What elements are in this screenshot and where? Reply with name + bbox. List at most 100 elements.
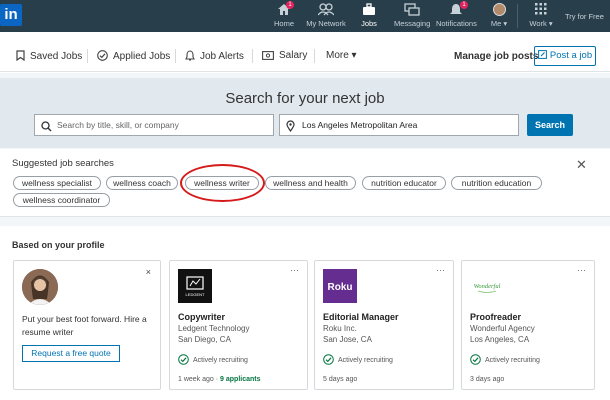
divider bbox=[314, 49, 315, 63]
suggested-pill[interactable]: wellness and health bbox=[265, 176, 356, 190]
saved-jobs-link[interactable]: Saved Jobs bbox=[16, 50, 82, 64]
highlight-circle bbox=[180, 164, 265, 202]
nav-work[interactable]: Work ▾ bbox=[527, 3, 555, 31]
close-icon[interactable]: × bbox=[146, 267, 151, 277]
edit-icon bbox=[537, 48, 547, 66]
company-name: Roku Inc. bbox=[323, 324, 357, 333]
keyword-search-input[interactable]: Search by title, skill, or company bbox=[34, 114, 274, 136]
check-circle-icon bbox=[178, 354, 189, 367]
try-free-link[interactable]: Try for Free bbox=[565, 12, 604, 21]
job-search-panel bbox=[0, 78, 610, 148]
search-button[interactable]: Search bbox=[527, 114, 573, 136]
more-options-icon[interactable]: ··· bbox=[290, 265, 299, 275]
nav-label: Home bbox=[273, 19, 294, 28]
nav-label: Messaging bbox=[394, 19, 431, 28]
nav-label: Notifications bbox=[436, 19, 477, 28]
job-alerts-label: Job Alerts bbox=[200, 51, 244, 62]
divider bbox=[175, 49, 176, 63]
check-circle-icon bbox=[470, 354, 481, 367]
job-card[interactable]: ··· Wonderful Proofreader Wonderful Agen… bbox=[461, 260, 595, 390]
bell-icon bbox=[185, 50, 195, 64]
messaging-icon bbox=[394, 3, 430, 17]
posted-time-label: 1 week ago · bbox=[178, 376, 221, 383]
money-icon bbox=[262, 51, 274, 63]
nav-divider bbox=[517, 4, 518, 28]
recruiting-status: Actively recruiting bbox=[323, 354, 393, 367]
salary-label: Salary bbox=[279, 50, 308, 61]
manage-job-posts-link[interactable]: Manage job posts bbox=[454, 51, 538, 62]
divider bbox=[87, 49, 88, 63]
post-job-button[interactable]: Post a job bbox=[534, 46, 596, 66]
profile-section-title: Based on your profile bbox=[12, 240, 105, 250]
post-job-label: Post a job bbox=[549, 50, 593, 61]
recruiting-status: Actively recruiting bbox=[470, 354, 540, 367]
job-card[interactable]: ··· LEDGENT Copywriter Ledgent Technolog… bbox=[169, 260, 308, 390]
nav-label: Jobs bbox=[361, 19, 377, 28]
company-name: Ledgent Technology bbox=[178, 324, 250, 333]
search-title: Search for your next job bbox=[225, 90, 385, 107]
check-circle-icon bbox=[97, 50, 108, 64]
salary-link[interactable]: Salary bbox=[262, 50, 307, 63]
check-circle-icon bbox=[323, 354, 334, 367]
divider bbox=[252, 49, 253, 63]
job-title[interactable]: Editorial Manager bbox=[323, 312, 399, 322]
more-dropdown[interactable]: More ▾ bbox=[326, 50, 357, 61]
suggested-pill[interactable]: wellness coordinator bbox=[13, 193, 110, 207]
more-options-icon[interactable]: ··· bbox=[436, 265, 445, 275]
applied-jobs-link[interactable]: Applied Jobs bbox=[97, 50, 170, 64]
job-location: San Diego, CA bbox=[178, 335, 231, 344]
company-logo: Wonderful bbox=[470, 269, 504, 303]
job-alerts-link[interactable]: Job Alerts bbox=[185, 50, 244, 64]
network-icon bbox=[306, 3, 346, 17]
promo-text: Put your best foot forward. Hire a resum… bbox=[22, 314, 147, 337]
suggested-pill[interactable]: nutrition educator bbox=[362, 176, 446, 190]
home-icon: 1 bbox=[272, 1, 296, 17]
suggested-pill[interactable]: wellness coach bbox=[106, 176, 178, 190]
keyword-placeholder: Search by title, skill, or company bbox=[57, 120, 179, 130]
nav-label: My Network bbox=[306, 19, 346, 28]
avatar bbox=[22, 269, 58, 305]
recruiting-label: Actively recruiting bbox=[193, 357, 248, 364]
suggested-pill[interactable]: nutrition education bbox=[451, 176, 542, 190]
posted-time: 5 days ago bbox=[323, 376, 358, 383]
nav-label: Work ▾ bbox=[529, 19, 553, 28]
job-location: Los Angeles, CA bbox=[470, 335, 530, 344]
top-nav: in 1 Home My Network Jobs Messaging 1 No… bbox=[0, 0, 610, 34]
logo-text: Roku bbox=[328, 282, 353, 293]
posted-time: 3 days ago bbox=[470, 376, 505, 383]
more-options-icon[interactable]: ··· bbox=[577, 265, 586, 275]
saved-jobs-label: Saved Jobs bbox=[30, 51, 83, 62]
applied-jobs-label: Applied Jobs bbox=[113, 51, 171, 62]
close-icon[interactable]: ✕ bbox=[576, 157, 587, 173]
grid-icon bbox=[527, 3, 555, 17]
request-quote-button[interactable]: Request a free quote bbox=[22, 345, 120, 362]
briefcase-icon bbox=[356, 3, 382, 17]
nav-home[interactable]: 1 Home bbox=[272, 1, 296, 31]
linkedin-logo[interactable]: in bbox=[0, 4, 22, 26]
location-pin-icon bbox=[286, 119, 295, 135]
job-title[interactable]: Copywriter bbox=[178, 312, 225, 322]
logo-text: Wonderful bbox=[474, 283, 501, 290]
job-location: San Jose, CA bbox=[323, 335, 372, 344]
location-input[interactable]: Los Angeles Metropolitan Area bbox=[279, 114, 519, 136]
nav-my-network[interactable]: My Network bbox=[306, 3, 346, 31]
nav-messaging[interactable]: Messaging bbox=[394, 3, 430, 31]
jobs-subnav: Saved Jobs Applied Jobs Job Alerts Salar… bbox=[0, 40, 610, 72]
posted-time: 1 week ago · 9 applicants bbox=[178, 376, 261, 383]
suggested-pill[interactable]: wellness specialist bbox=[13, 176, 101, 190]
company-name: Wonderful Agency bbox=[470, 324, 535, 333]
search-icon bbox=[41, 119, 52, 135]
nav-me[interactable]: Me ▾ bbox=[487, 3, 511, 31]
logo-text: LEDGENT bbox=[186, 292, 205, 297]
recruiting-status: Actively recruiting bbox=[178, 354, 248, 367]
job-title[interactable]: Proofreader bbox=[470, 312, 521, 322]
resume-writer-promo-card: × Put your best foot forward. Hire a res… bbox=[13, 260, 161, 390]
notification-badge: 1 bbox=[286, 1, 294, 9]
nav-jobs[interactable]: Jobs bbox=[356, 3, 382, 34]
nav-notifications[interactable]: 1 Notifications bbox=[436, 1, 477, 31]
bookmark-icon bbox=[16, 50, 25, 64]
company-logo: Roku bbox=[323, 269, 357, 303]
bell-icon: 1 bbox=[436, 1, 476, 17]
suggested-searches-title: Suggested job searches bbox=[12, 158, 114, 169]
job-card[interactable]: ··· Roku Editorial Manager Roku Inc. San… bbox=[314, 260, 454, 390]
